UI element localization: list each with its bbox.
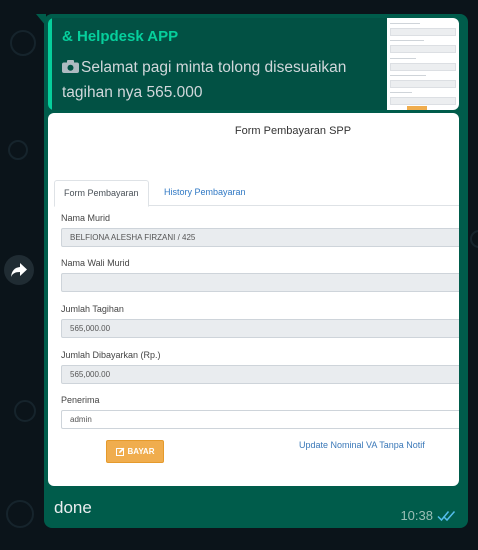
message-time: 10:38 [400, 508, 433, 523]
label-nama-wali-murid: Nama Wali Murid [61, 258, 130, 268]
message-meta: 10:38 [400, 508, 456, 523]
message-bubble[interactable]: & Helpdesk APP Selamat pagi minta tolong… [44, 14, 468, 528]
message-caption: done [54, 498, 92, 517]
label-jumlah-tagihan: Jumlah Tagihan [61, 304, 124, 314]
quoted-message[interactable]: & Helpdesk APP Selamat pagi minta tolong… [48, 18, 459, 110]
bayar-button-label: BAYAR [127, 447, 155, 456]
update-nominal-link: Update Nominal VA Tanpa Notif [299, 440, 425, 450]
quoted-image-thumbnail[interactable] [387, 18, 459, 110]
quoted-message-text: Selamat pagi minta tolong disesuaikan ta… [62, 59, 347, 101]
quoted-sender: & Helpdesk APP [62, 28, 179, 45]
forward-button[interactable] [4, 255, 34, 285]
forward-icon [11, 263, 27, 277]
input-jumlah-dibayarkan: 565,000.00 [61, 365, 459, 384]
input-nama-murid: BELFIONA ALESHA FIRZANI / 425 [61, 228, 459, 247]
label-jumlah-dibayarkan: Jumlah Dibayarkan (Rp.) [61, 350, 161, 360]
label-penerima: Penerima [61, 395, 100, 405]
label-nama-murid: Nama Murid [61, 213, 111, 223]
quote-accent-bar [48, 18, 52, 110]
edit-icon [115, 447, 124, 456]
form-screenshot-image[interactable]: Form Pembayaran SPP Form Pembayaran Hist… [48, 113, 459, 486]
tab-form-pembayaran[interactable]: Form Pembayaran [54, 180, 149, 207]
bayar-button: BAYAR [106, 440, 164, 463]
input-penerima: admin [61, 410, 459, 429]
form-title: Form Pembayaran SPP [234, 125, 352, 137]
input-nama-wali-murid [61, 273, 459, 292]
input-jumlah-tagihan: 565,000.00 [61, 319, 459, 338]
camera-icon [62, 60, 79, 73]
read-receipt-icon [437, 510, 456, 521]
quoted-text: Selamat pagi minta tolong disesuaikan ta… [62, 55, 377, 105]
tab-history-pembayaran[interactable]: History Pembayaran [164, 180, 246, 205]
